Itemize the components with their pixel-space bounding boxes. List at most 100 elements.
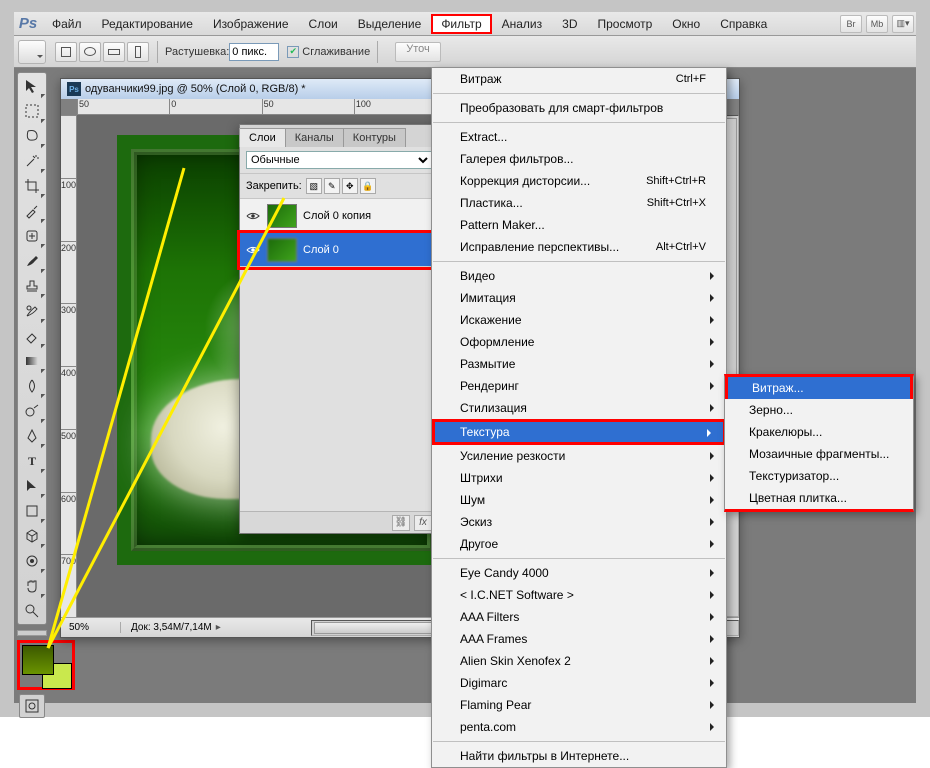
menu-3d[interactable]: 3D [552, 14, 587, 34]
wand-tool[interactable] [19, 149, 45, 173]
layer-thumbnail[interactable] [267, 204, 297, 228]
pen-tool[interactable] [19, 424, 45, 448]
menu-item-pattern-maker[interactable]: Pattern Maker... [432, 214, 726, 236]
menu-item-plugin[interactable]: Alien Skin Xenofex 2 [432, 650, 726, 672]
ruler-vertical[interactable]: 100 200 300 400 500 600 700 [61, 115, 77, 617]
menu-filter[interactable]: Фильтр [431, 14, 491, 34]
menu-item-plugin[interactable]: Flaming Pear [432, 694, 726, 716]
layer-thumbnail[interactable] [267, 238, 297, 262]
lock-all-icon[interactable]: 🔒 [360, 178, 376, 194]
bridge-icon[interactable]: Br [840, 15, 862, 33]
menu-item-other[interactable]: Другое [432, 533, 726, 555]
eyedropper-tool[interactable] [19, 199, 45, 223]
minibridge-icon[interactable]: Mb [866, 15, 888, 33]
menu-item-plugin[interactable]: Digimarc [432, 672, 726, 694]
menu-item-texture[interactable]: Текстура [432, 419, 726, 445]
lock-position-icon[interactable]: ✥ [342, 178, 358, 194]
submenu-item-stained-glass[interactable]: Витраж... [728, 377, 910, 399]
tab-layers[interactable]: Слои [239, 128, 286, 147]
tab-channels[interactable]: Каналы [285, 128, 344, 147]
move-tool[interactable] [19, 74, 45, 98]
hand-tool[interactable] [19, 574, 45, 598]
menu-item-stylize[interactable]: Стилизация [432, 397, 726, 419]
submenu-item-grain[interactable]: Зерно... [725, 399, 913, 421]
menu-select[interactable]: Выделение [348, 14, 432, 34]
tab-paths[interactable]: Контуры [343, 128, 406, 147]
menu-item-plugin[interactable]: penta.com [432, 716, 726, 738]
menu-item-noise[interactable]: Шум [432, 489, 726, 511]
layer-name[interactable]: Слой 0 копия [303, 210, 371, 222]
type-tool[interactable]: T [19, 449, 45, 473]
link-layers-icon[interactable]: ⛓ [392, 515, 410, 531]
marquee-rect-icon[interactable] [55, 42, 77, 62]
3d-tool[interactable] [19, 524, 45, 548]
crop-tool[interactable] [19, 174, 45, 198]
menu-item-artistic[interactable]: Имитация [432, 287, 726, 309]
menu-item-find-filters[interactable]: Найти фильтры в Интернете... [432, 745, 726, 767]
menu-layers[interactable]: Слои [299, 14, 348, 34]
layer-row[interactable]: Слой 0 копия [240, 199, 438, 233]
lock-pixels-icon[interactable]: ✎ [324, 178, 340, 194]
feather-input[interactable] [229, 43, 279, 61]
eraser-tool[interactable] [19, 324, 45, 348]
menu-edit[interactable]: Редактирование [92, 14, 203, 34]
blend-mode-select[interactable]: Обычные [246, 151, 432, 169]
menu-item-plugin[interactable]: < I.C.NET Software > [432, 584, 726, 606]
menu-item-last-filter[interactable]: ВитражCtrl+F [432, 68, 726, 90]
lock-transparent-icon[interactable]: ▧ [306, 178, 322, 194]
shape-tool[interactable] [19, 499, 45, 523]
menu-item-pixelate[interactable]: Оформление [432, 331, 726, 353]
menu-file[interactable]: Файл [42, 14, 92, 34]
submenu-item-craquelure[interactable]: Кракелюры... [725, 421, 913, 443]
healing-tool[interactable] [19, 224, 45, 248]
menu-item-distort[interactable]: Искажение [432, 309, 726, 331]
refine-edge-button[interactable]: Уточ [395, 42, 441, 62]
menu-item-extract[interactable]: Extract... [432, 126, 726, 148]
layer-name[interactable]: Слой 0 [303, 244, 339, 256]
menu-image[interactable]: Изображение [203, 14, 299, 34]
layer-fx-icon[interactable]: fx [414, 515, 432, 531]
3d-camera-tool[interactable] [19, 549, 45, 573]
dodge-tool[interactable] [19, 399, 45, 423]
marquee-col-icon[interactable] [127, 42, 149, 62]
workspace-switcher[interactable]: ▥▾ [892, 15, 914, 33]
path-select-tool[interactable] [19, 474, 45, 498]
menu-item-sketch[interactable]: Эскиз [432, 511, 726, 533]
menu-help[interactable]: Справка [710, 14, 777, 34]
active-tool-preset[interactable] [18, 40, 46, 64]
menu-window[interactable]: Окно [662, 14, 710, 34]
layer-row[interactable]: Слой 0 [240, 233, 438, 267]
menu-item-liquify[interactable]: Пластика...Shift+Ctrl+X [432, 192, 726, 214]
menu-item-blur[interactable]: Размытие [432, 353, 726, 375]
submenu-item-mosaic-tiles[interactable]: Мозаичные фрагменты... [725, 443, 913, 465]
visibility-eye-icon[interactable] [245, 242, 261, 258]
zoom-level[interactable]: 50% [61, 622, 121, 633]
menu-item-convert-smart[interactable]: Преобразовать для смарт-фильтров [432, 97, 726, 119]
menu-item-lens-correction[interactable]: Коррекция дисторсии...Shift+Ctrl+R [432, 170, 726, 192]
zoom-tool[interactable] [19, 599, 45, 623]
blur-tool[interactable] [19, 374, 45, 398]
quickmask-toggle[interactable] [19, 694, 45, 718]
marquee-row-icon[interactable] [103, 42, 125, 62]
gradient-tool[interactable] [19, 349, 45, 373]
marquee-tool[interactable] [19, 99, 45, 123]
history-brush-tool[interactable] [19, 299, 45, 323]
menu-item-vanishing-point[interactable]: Исправление перспективы...Alt+Ctrl+V [432, 236, 726, 258]
foreground-color-chip[interactable] [22, 645, 54, 675]
marquee-ellipse-icon[interactable] [79, 42, 101, 62]
menu-item-video[interactable]: Видео [432, 265, 726, 287]
menu-item-sharpen[interactable]: Усиление резкости [432, 445, 726, 467]
brush-tool[interactable] [19, 249, 45, 273]
menu-item-plugin[interactable]: AAA Filters [432, 606, 726, 628]
menu-item-plugin[interactable]: AAA Frames [432, 628, 726, 650]
menu-item-render[interactable]: Рендеринг [432, 375, 726, 397]
menu-analysis[interactable]: Анализ [492, 14, 553, 34]
stamp-tool[interactable] [19, 274, 45, 298]
menu-item-plugin[interactable]: Eye Candy 4000 [432, 562, 726, 584]
color-swatch-area[interactable] [17, 640, 75, 690]
visibility-eye-icon[interactable] [245, 208, 261, 224]
submenu-item-patchwork[interactable]: Цветная плитка... [725, 487, 913, 509]
lasso-tool[interactable] [19, 124, 45, 148]
submenu-item-texturizer[interactable]: Текстуризатор... [725, 465, 913, 487]
antialias-checkbox[interactable]: ✔ [287, 46, 299, 58]
